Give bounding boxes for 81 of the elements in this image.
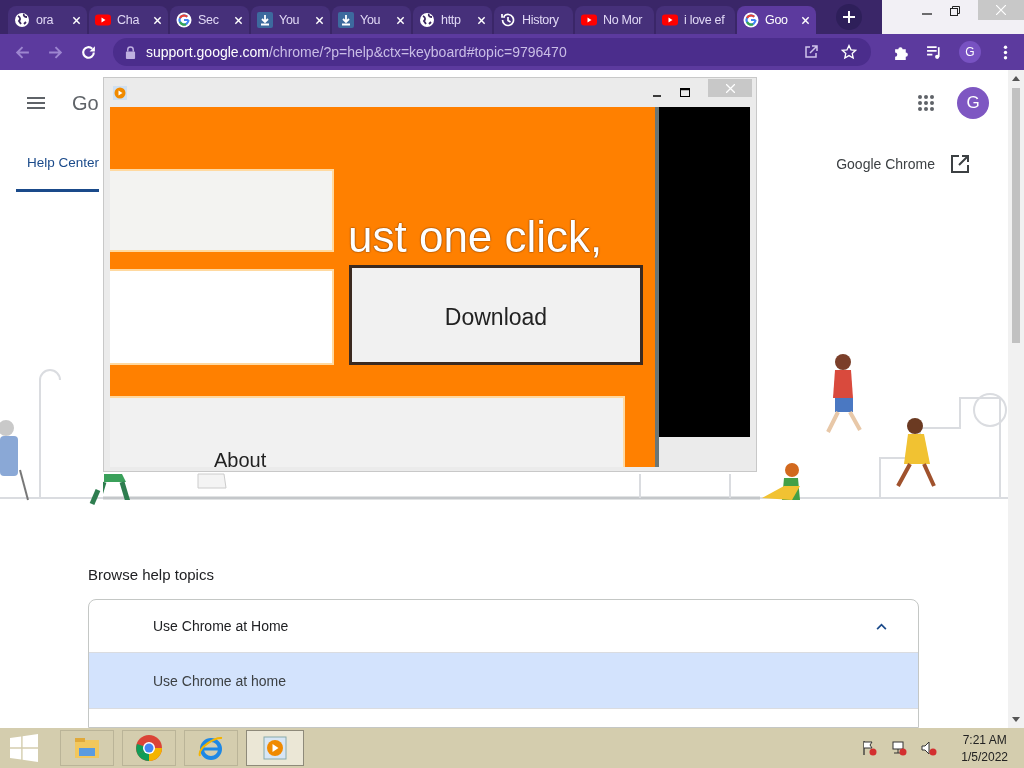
tab-title: Sec (198, 13, 220, 27)
history-icon (500, 12, 516, 28)
address-bar[interactable]: support.google.com/chrome/?p=help&ctx=keyboard#topic=9796470 (113, 38, 871, 66)
download-icon (338, 12, 354, 28)
scroll-up-icon[interactable] (1012, 75, 1020, 81)
url-text: support.google.com/chrome/?p=help&ctx=keyboard#topic=9796470 (146, 44, 567, 60)
browser-tab[interactable]: Sec (170, 6, 249, 34)
ie-browser-icon (197, 734, 225, 762)
profile-avatar[interactable]: G (959, 41, 981, 63)
apps-grid-icon[interactable] (917, 94, 935, 112)
help-center-tab[interactable]: Help Center (16, 136, 100, 192)
tab-title: History (522, 13, 560, 27)
tab-title: http (441, 13, 462, 27)
network-icon[interactable] (891, 740, 908, 756)
video-play-icon (662, 12, 678, 28)
scroll-down-icon[interactable] (1012, 717, 1020, 723)
external-link-icon[interactable] (951, 155, 969, 173)
close-icon (725, 83, 735, 93)
browser-tab[interactable]: You (332, 6, 411, 34)
taskbar-app-button[interactable] (246, 730, 304, 766)
new-tab-button[interactable] (836, 4, 862, 30)
topic-item[interactable]: Use Chrome at home (89, 653, 918, 709)
browser-tab[interactable]: No Mor (575, 6, 654, 34)
close-icon[interactable] (315, 15, 324, 25)
player-app-icon (113, 85, 127, 100)
product-link[interactable]: Google Chrome (836, 156, 935, 172)
browser-tab[interactable]: Goo (737, 6, 816, 34)
close-icon[interactable] (234, 15, 243, 25)
windows-start-icon[interactable] (10, 734, 38, 762)
tab-title: No Mor (603, 13, 644, 27)
tab-title: ora (36, 13, 55, 27)
browser-tab[interactable]: Cha (89, 6, 168, 34)
globe-icon (14, 12, 30, 28)
about-button[interactable]: About (110, 396, 625, 467)
tab-title: Goo (765, 13, 789, 27)
browser-tab[interactable]: History (494, 6, 573, 34)
maximize-icon[interactable] (680, 87, 690, 98)
scrollbar-thumb[interactable] (1012, 88, 1020, 343)
browser-tab[interactable]: http (413, 6, 492, 34)
flag-icon[interactable] (861, 740, 878, 756)
video-play-icon (95, 12, 111, 28)
account-avatar[interactable]: G (957, 87, 989, 119)
close-icon (996, 5, 1006, 15)
clock-time[interactable]: 7:21 AM (962, 732, 1007, 747)
share-icon[interactable] (803, 44, 819, 60)
close-icon[interactable] (801, 15, 810, 25)
input-field[interactable] (110, 269, 334, 365)
media-queue-icon[interactable] (926, 43, 943, 61)
browser-tab[interactable]: i love ef (656, 6, 735, 34)
globe-icon (419, 12, 435, 28)
browser-tab[interactable]: ora (8, 6, 87, 34)
star-icon[interactable] (841, 44, 857, 60)
google-g-icon (176, 12, 192, 28)
speaker-muted-icon[interactable] (921, 740, 938, 756)
clock-date[interactable]: 1/5/2022 (961, 749, 1008, 764)
chrome-browser-icon (135, 734, 163, 762)
browser-tab[interactable]: You (251, 6, 330, 34)
section-title: Browse help topics (87, 565, 215, 583)
tab-title: Cha (117, 13, 141, 27)
scrollbar[interactable] (1008, 70, 1024, 728)
close-icon[interactable] (72, 15, 81, 25)
chevron-icon (876, 622, 887, 630)
logo-text: Go (72, 91, 99, 115)
tab-title: i love ef (684, 13, 726, 27)
close-icon[interactable] (477, 15, 486, 25)
close-icon[interactable] (153, 15, 162, 25)
reload-icon[interactable] (80, 43, 97, 61)
tab-title: You (360, 13, 382, 27)
lock-icon (125, 45, 136, 59)
player-app-icon (261, 734, 289, 762)
video-play-icon (581, 12, 597, 28)
input-field[interactable] (110, 169, 334, 252)
tab-title: You (279, 13, 301, 27)
headline-text: ust one click, (348, 215, 603, 259)
plus-icon (842, 10, 856, 24)
download-button[interactable]: Download (349, 265, 643, 365)
close-icon[interactable] (396, 15, 405, 25)
download-icon (257, 12, 273, 28)
menu-icon[interactable] (27, 97, 45, 109)
restore-icon[interactable] (950, 6, 960, 16)
google-g-icon (743, 12, 759, 28)
